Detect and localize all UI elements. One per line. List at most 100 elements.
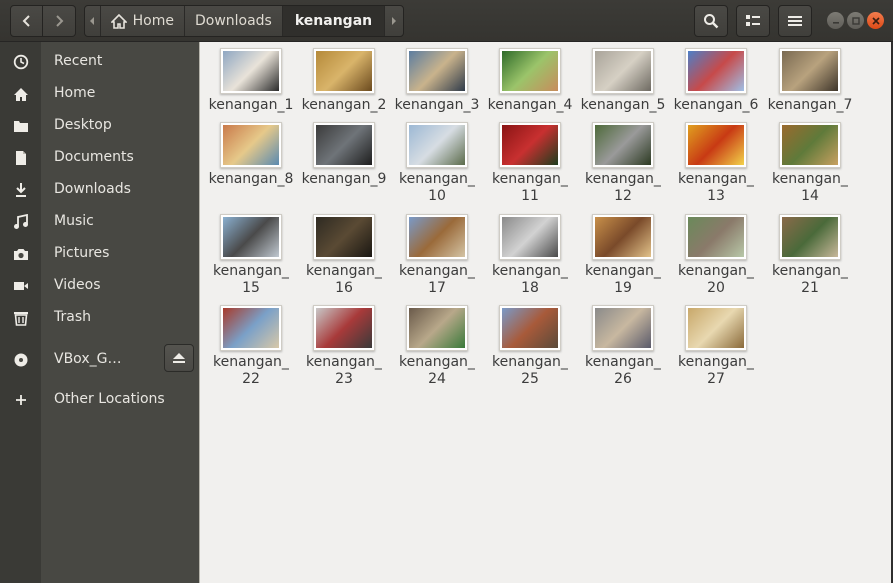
- sidebar-item-label: Other Locations: [54, 391, 165, 407]
- file-item[interactable]: kenangan_4: [484, 48, 576, 114]
- file-item[interactable]: kenangan_ 21: [764, 214, 856, 297]
- sidebar-item-label: Desktop: [54, 117, 112, 133]
- file-name: kenangan_ 18: [484, 263, 576, 297]
- forward-button[interactable]: [43, 5, 76, 37]
- file-item[interactable]: kenangan_6: [670, 48, 762, 114]
- sidebar-item-recent[interactable]: Recent: [0, 45, 199, 77]
- image-thumbnail: [313, 48, 375, 94]
- file-item[interactable]: kenangan_ 15: [205, 214, 297, 297]
- file-name-line1: kenangan_: [585, 263, 661, 279]
- file-name-line1: kenangan_: [678, 263, 754, 279]
- file-item[interactable]: kenangan_3: [391, 48, 483, 114]
- file-item[interactable]: kenangan_8: [205, 122, 297, 188]
- menu-button[interactable]: [778, 5, 812, 37]
- file-name-line1: kenangan_: [772, 263, 848, 279]
- file-item[interactable]: kenangan_ 16: [298, 214, 390, 297]
- file-item[interactable]: kenangan_ 13: [670, 122, 762, 205]
- close-button[interactable]: [867, 12, 884, 29]
- file-item[interactable]: kenangan_ 26: [577, 305, 669, 388]
- sidebar-item-other-locations[interactable]: Other Locations: [0, 383, 199, 415]
- file-item[interactable]: kenangan_5: [577, 48, 669, 114]
- breadcrumb-home[interactable]: Home: [101, 6, 185, 36]
- breadcrumb-home-label: Home: [132, 13, 174, 29]
- file-name-line2: 15: [242, 280, 260, 296]
- sidebar-item-videos[interactable]: Videos: [0, 269, 199, 301]
- file-item[interactable]: kenangan_ 10: [391, 122, 483, 205]
- thumbnail-image: [595, 217, 651, 257]
- eject-button[interactable]: [164, 344, 194, 372]
- sidebar-item-trash[interactable]: Trash: [0, 301, 199, 333]
- file-item[interactable]: kenangan_ 11: [484, 122, 576, 205]
- breadcrumb-kenangan[interactable]: kenangan: [282, 6, 386, 36]
- file-item[interactable]: kenangan_7: [764, 48, 856, 114]
- sidebar-item-label: Home: [54, 85, 96, 101]
- file-item[interactable]: kenangan_ 25: [484, 305, 576, 388]
- file-item[interactable]: kenangan_ 18: [484, 214, 576, 297]
- image-thumbnail: [779, 214, 841, 260]
- chevron-left-icon: [90, 17, 95, 25]
- file-item[interactable]: kenangan_1: [205, 48, 297, 114]
- image-thumbnail: [220, 305, 282, 351]
- thumbnail-image: [688, 308, 744, 348]
- search-icon: [704, 14, 719, 29]
- file-item[interactable]: kenangan_ 12: [577, 122, 669, 205]
- back-button[interactable]: [10, 5, 43, 37]
- sidebar-item-home[interactable]: Home: [0, 77, 199, 109]
- sidebar-item-downloads[interactable]: Downloads: [0, 173, 199, 205]
- image-thumbnail: [685, 305, 747, 351]
- file-item[interactable]: kenangan_ 14: [764, 122, 856, 205]
- video-icon: [12, 277, 30, 295]
- file-name-line2: 20: [707, 280, 725, 296]
- file-item[interactable]: kenangan_ 19: [577, 214, 669, 297]
- image-thumbnail: [406, 122, 468, 168]
- breadcrumb-downloads[interactable]: Downloads: [185, 6, 283, 36]
- file-name: kenangan_ 14: [764, 171, 856, 205]
- sidebar-item-label: Videos: [54, 277, 101, 293]
- chevron-right-icon: [392, 17, 397, 25]
- file-item[interactable]: kenangan_ 27: [670, 305, 762, 388]
- chevron-left-icon: [22, 15, 30, 27]
- image-thumbnail: [406, 305, 468, 351]
- path-scroll-left-button[interactable]: [85, 6, 101, 36]
- minimize-button[interactable]: [827, 12, 844, 29]
- path-scroll-right-button[interactable]: [385, 6, 403, 36]
- thumbnail-image: [223, 308, 279, 348]
- sidebar-item-label: Pictures: [54, 245, 110, 261]
- clock-icon: [12, 53, 30, 71]
- image-thumbnail: [406, 214, 468, 260]
- file-name: kenangan_1: [205, 97, 297, 114]
- thumbnail-image: [502, 217, 558, 257]
- breadcrumb: Home Downloads kenangan: [84, 5, 404, 37]
- file-item[interactable]: kenangan_ 17: [391, 214, 483, 297]
- file-name: kenangan_ 20: [670, 263, 762, 297]
- thumbnail-image: [595, 125, 651, 165]
- file-name-line1: kenangan_: [399, 171, 475, 187]
- file-name-line1: kenangan_: [492, 354, 568, 370]
- file-name-line1: kenangan_5: [580, 97, 666, 113]
- view-toggle-button[interactable]: [736, 5, 770, 37]
- search-button[interactable]: [694, 5, 728, 37]
- file-item[interactable]: kenangan_ 22: [205, 305, 297, 388]
- header-bar: Home Downloads kenangan: [0, 0, 893, 42]
- file-item[interactable]: kenangan_ 20: [670, 214, 762, 297]
- sidebar-item-documents[interactable]: Documents: [0, 141, 199, 173]
- file-name: kenangan_ 21: [764, 263, 856, 297]
- sidebar-item-music[interactable]: Music: [0, 205, 199, 237]
- sidebar-item-desktop[interactable]: Desktop: [0, 109, 199, 141]
- thumbnail-image: [316, 308, 372, 348]
- thumbnail-image: [502, 125, 558, 165]
- sidebar-item-pictures[interactable]: Pictures: [0, 237, 199, 269]
- file-item[interactable]: kenangan_9: [298, 122, 390, 188]
- file-name-line1: kenangan_8: [208, 171, 294, 187]
- file-item[interactable]: kenangan_ 23: [298, 305, 390, 388]
- image-thumbnail: [499, 122, 561, 168]
- image-thumbnail: [592, 122, 654, 168]
- file-item[interactable]: kenangan_2: [298, 48, 390, 114]
- document-icon: [12, 149, 30, 167]
- maximize-button[interactable]: [847, 12, 864, 29]
- thumbnail-image: [595, 51, 651, 91]
- file-item[interactable]: kenangan_ 24: [391, 305, 483, 388]
- file-name: kenangan_ 24: [391, 354, 483, 388]
- image-thumbnail: [220, 214, 282, 260]
- sidebar-item-label: Documents: [54, 149, 134, 165]
